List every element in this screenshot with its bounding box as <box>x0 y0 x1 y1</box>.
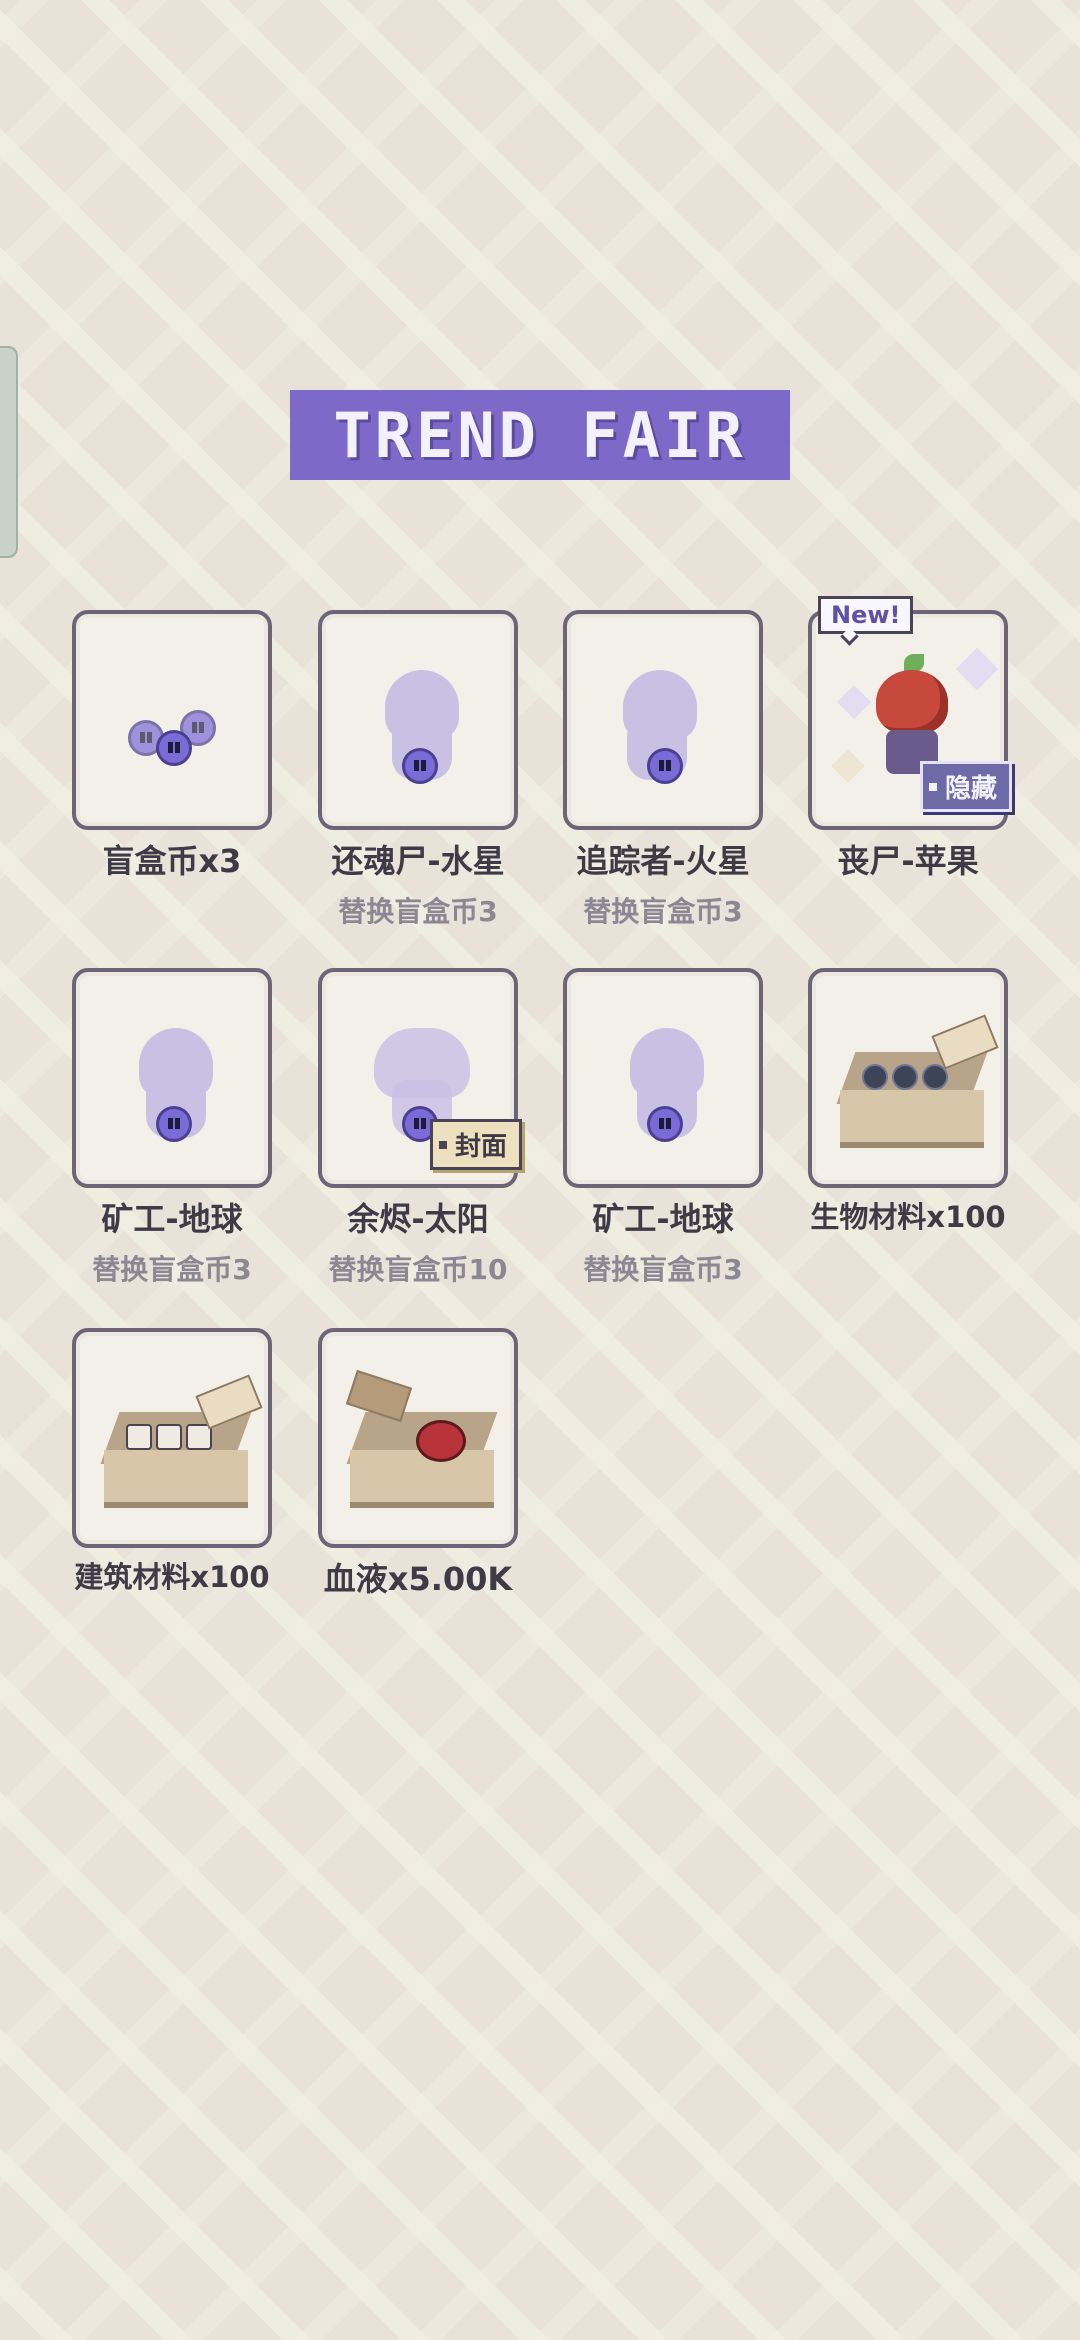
item-name: 矿工-地球 <box>101 1200 243 1238</box>
item-slot-5[interactable]: 矿工-地球 替换盲盒币3 <box>72 968 272 1286</box>
item-slot-2[interactable]: 还魂尸-水星 替换盲盒币3 <box>318 610 518 928</box>
item-card[interactable]: 封面 <box>318 968 522 1188</box>
item-slot-8[interactable]: 生物材料x100 <box>808 968 1008 1234</box>
item-card[interactable] <box>318 1328 518 1548</box>
bio-material-crate-icon <box>836 1014 999 1148</box>
coin-icon <box>402 748 438 784</box>
item-exchange-note: 替换盲盒币3 <box>92 1253 252 1286</box>
item-name: 血液x5.00K <box>323 1560 513 1598</box>
item-slot-1[interactable]: 盲盒币x3 <box>72 610 272 880</box>
item-name: 追踪者-火星 <box>576 842 750 880</box>
item-card[interactable] <box>72 968 272 1188</box>
item-name: 余烬-太阳 <box>347 1200 489 1238</box>
item-name: 建筑材料x100 <box>74 1560 270 1594</box>
sparkle-icon <box>837 685 871 719</box>
page-title: TREND FAIR <box>333 398 747 472</box>
item-card[interactable] <box>808 968 1008 1188</box>
item-name: 盲盒币x3 <box>102 842 242 880</box>
item-card[interactable] <box>563 968 763 1188</box>
item-name: 生物材料x100 <box>810 1200 1006 1234</box>
item-card[interactable]: New! 隐藏 <box>808 596 1012 830</box>
item-exchange-note: 替换盲盒币10 <box>328 1253 508 1286</box>
coin-icon <box>647 748 683 784</box>
coin-icon <box>647 1106 683 1142</box>
item-exchange-note: 替换盲盒币3 <box>338 895 498 928</box>
new-badge: New! <box>818 596 914 634</box>
item-slot-9[interactable]: 建筑材料x100 <box>72 1328 272 1594</box>
item-exchange-note: 替换盲盒币3 <box>583 1253 743 1286</box>
item-slot-3[interactable]: 追踪者-火星 替换盲盒币3 <box>563 610 763 928</box>
item-card[interactable] <box>318 610 518 830</box>
item-name: 还魂尸-水星 <box>331 842 505 880</box>
coin-icon <box>156 1106 192 1142</box>
sparkle-icon <box>831 749 865 783</box>
apple-zombie-icon <box>876 670 948 734</box>
item-card[interactable] <box>563 610 763 830</box>
item-card[interactable] <box>72 610 272 830</box>
item-slot-7[interactable]: 矿工-地球 替换盲盒币3 <box>563 968 763 1286</box>
title-banner: TREND FAIR <box>290 390 790 480</box>
item-card[interactable] <box>72 1328 272 1548</box>
blood-crate-icon <box>345 1369 498 1508</box>
cover-tag: 封面 <box>429 1119 522 1170</box>
blind-box-coins-icon <box>156 730 192 766</box>
item-exchange-note: 替换盲盒币3 <box>583 895 743 928</box>
item-slot-4[interactable]: New! 隐藏 丧尸-苹果 <box>808 596 1012 880</box>
item-slot-10[interactable]: 血液x5.00K <box>318 1328 518 1598</box>
side-drawer-tab[interactable] <box>0 346 18 558</box>
item-slot-6[interactable]: 封面 余烬-太阳 替换盲盒币10 <box>318 968 522 1286</box>
building-material-crate-icon <box>100 1374 263 1508</box>
item-name: 矿工-地球 <box>592 1200 734 1238</box>
item-name: 丧尸-苹果 <box>837 842 979 880</box>
hidden-tag: 隐藏 <box>919 761 1012 812</box>
sparkle-icon <box>955 647 999 691</box>
